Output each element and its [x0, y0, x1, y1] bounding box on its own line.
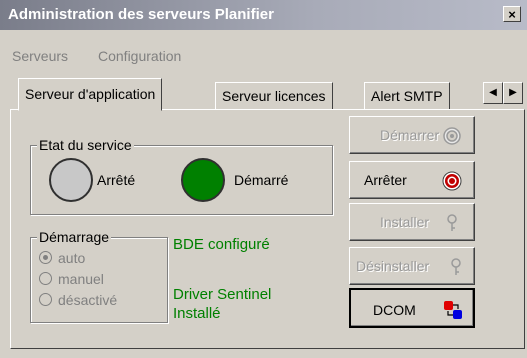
window-title-bar: Administration des serveurs Planifier × — [0, 0, 527, 30]
started-label: Démarré — [234, 172, 289, 188]
startup-option-desactive[interactable]: désactivé — [39, 292, 117, 308]
demarrer-button[interactable]: Démarrer — [349, 116, 475, 154]
tab-scroll-right-icon[interactable]: ▶ — [503, 82, 523, 104]
driver-status-line1: Driver Sentinel — [173, 286, 272, 303]
menu-configuration[interactable]: Configuration — [98, 48, 181, 64]
dcom-icon — [444, 301, 462, 319]
stopped-indicator-lamp — [49, 158, 93, 202]
bde-status: BDE configuré — [173, 236, 270, 253]
service-state-group-label: Etat du service — [37, 137, 134, 153]
radio-auto-icon[interactable] — [39, 251, 52, 264]
menu-bar: Serveurs Configuration — [0, 30, 527, 70]
radio-desactive-icon[interactable] — [39, 293, 52, 306]
target-red-icon — [442, 171, 462, 191]
tab-alert-smtp[interactable]: Alert SMTP — [364, 82, 450, 110]
radio-manuel-icon[interactable] — [39, 272, 52, 285]
close-button[interactable]: × — [503, 6, 521, 22]
service-state-group: Etat du service Arrêté Démarré — [30, 137, 333, 215]
startup-option-auto[interactable]: auto — [39, 250, 85, 266]
key-icon — [447, 214, 457, 231]
target-gray-icon — [443, 127, 461, 145]
tab-serveur-licences[interactable]: Serveur licences — [215, 82, 333, 110]
driver-status-line2: Installé — [173, 305, 221, 322]
dcom-button[interactable]: DCOM — [349, 288, 475, 328]
startup-option-manuel[interactable]: manuel — [39, 271, 104, 287]
tab-scroll-buttons: ◀ ▶ — [483, 82, 523, 104]
tab-serveur-application[interactable]: Serveur d'application — [18, 78, 163, 111]
key-icon — [451, 258, 461, 275]
installer-button[interactable]: Installer — [349, 203, 475, 241]
arreter-button[interactable]: Arrêter — [349, 161, 475, 199]
stopped-label: Arrêté — [97, 172, 136, 188]
tab-strip: Serveur d'application Serveur licences A… — [0, 76, 527, 111]
menu-serveurs[interactable]: Serveurs — [12, 48, 68, 64]
tab-scroll-left-icon[interactable]: ◀ — [483, 82, 503, 104]
desinstaller-button[interactable]: Désinstaller — [349, 247, 475, 285]
startup-group: Démarrage auto manuel désactivé — [30, 229, 168, 323]
started-indicator-lamp — [181, 158, 225, 202]
window-title: Administration des serveurs Planifier — [8, 6, 274, 23]
startup-group-label: Démarrage — [37, 229, 112, 245]
